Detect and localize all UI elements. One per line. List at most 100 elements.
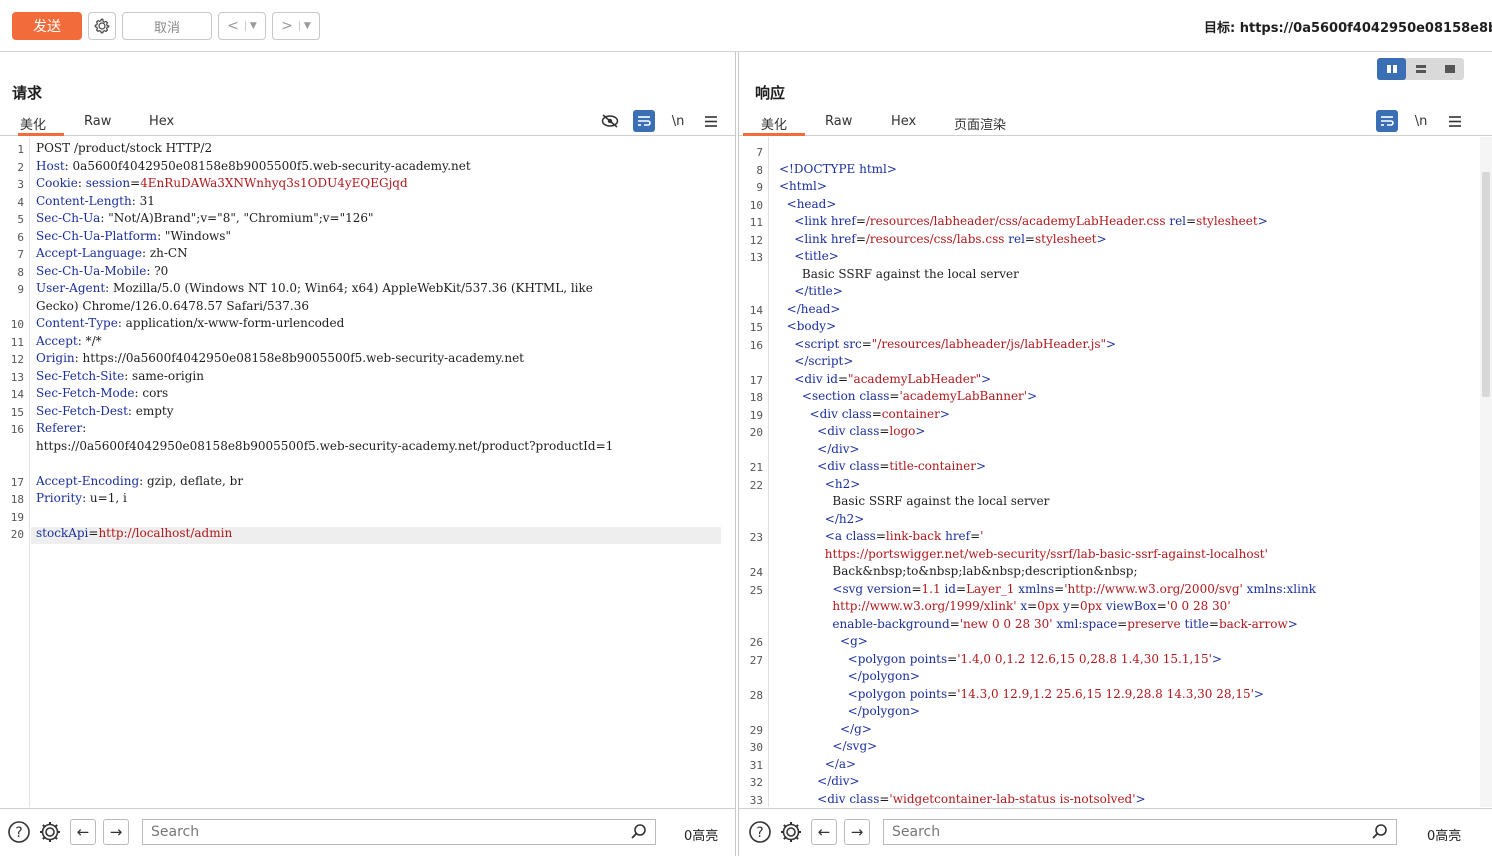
newline-toggle[interactable]: \n (667, 110, 689, 132)
menu-icon[interactable] (700, 110, 722, 132)
request-line[interactable]: Sec-Fetch-Dest: empty (36, 404, 174, 418)
response-line[interactable]: </svg> (779, 739, 877, 753)
tab-raw[interactable]: Raw (825, 114, 852, 136)
gear-icon[interactable] (37, 819, 63, 845)
tab-pretty[interactable]: 美化 (18, 114, 64, 136)
request-line[interactable]: Host: 0a5600f4042950e08158e8b9005500f5.w… (36, 159, 471, 173)
response-line[interactable]: </head> (779, 302, 841, 316)
request-line[interactable]: Sec-Fetch-Site: same-origin (36, 369, 204, 383)
response-line[interactable]: <html> (779, 179, 827, 193)
response-line[interactable]: http://www.w3.org/1999/xlink' x=0px y=0p… (779, 599, 1230, 613)
request-line[interactable]: Priority: u=1, i (36, 491, 127, 505)
response-line[interactable]: <link href=/resources/labheader/css/acad… (779, 214, 1268, 228)
tab-raw[interactable]: Raw (84, 114, 111, 136)
response-line[interactable]: <head> (779, 197, 837, 211)
cancel-button[interactable]: 取消 (122, 12, 212, 40)
request-line[interactable]: Referer: (36, 421, 86, 435)
chevron-down-icon[interactable]: ▼ (244, 21, 257, 31)
layout-tabs-icon[interactable] (1435, 58, 1464, 80)
response-line[interactable]: </polygon> (779, 669, 920, 683)
request-line[interactable]: https://0a5600f4042950e08158e8b9005500f5… (36, 439, 613, 453)
tab-render[interactable]: 页面渲染 (954, 114, 1006, 136)
response-line[interactable]: Basic SSRF against the local server (779, 267, 1019, 281)
help-icon[interactable]: ? (747, 819, 773, 845)
request-line[interactable]: Sec-Ch-Ua-Platform: "Windows" (36, 229, 231, 243)
request-line[interactable]: POST /product/stock HTTP/2 (36, 141, 212, 155)
response-line[interactable]: <polygon points='14.3,0 12.9,1.2 25.6,15… (779, 687, 1264, 701)
request-line[interactable]: Sec-Ch-Ua: "Not/A)Brand";v="8", "Chromiu… (36, 211, 374, 225)
request-line[interactable]: Cookie: session=4EnRuDAWa3XNWnhyq3s1ODU4… (36, 176, 408, 190)
tab-hex[interactable]: Hex (891, 114, 916, 136)
response-line[interactable]: </h2> (779, 512, 865, 526)
response-line[interactable]: <div class=logo> (779, 424, 925, 438)
response-line[interactable]: enable-background='new 0 0 28 30' xml:sp… (779, 617, 1297, 631)
request-line[interactable]: Origin: https://0a5600f4042950e08158e8b9… (36, 351, 524, 365)
chevron-down-icon[interactable]: ▼ (298, 21, 311, 31)
response-line[interactable]: <section class='academyLabBanner'> (779, 389, 1037, 403)
response-line[interactable]: <div class=container> (779, 407, 950, 421)
prev-match-button[interactable]: ← (811, 819, 837, 845)
wrap-lines-icon[interactable] (633, 110, 655, 132)
history-forward-button[interactable]: > ▼ (272, 12, 320, 40)
layout-stacked-icon[interactable] (1406, 58, 1435, 80)
response-line[interactable]: </script> (779, 354, 853, 368)
history-back-button[interactable]: < ▼ (218, 12, 266, 40)
search-icon[interactable] (630, 823, 648, 841)
response-line[interactable]: <svg version=1.1 id=Layer_1 xmlns='http:… (779, 582, 1316, 596)
request-line[interactable]: Sec-Fetch-Mode: cors (36, 386, 168, 400)
response-line[interactable]: </a> (779, 757, 856, 771)
request-line[interactable]: Accept: */* (36, 334, 102, 348)
response-scrollbar[interactable] (1480, 137, 1492, 807)
help-icon[interactable]: ? (6, 819, 32, 845)
request-line[interactable]: stockApi=http://localhost/admin (36, 526, 232, 540)
request-line[interactable]: User-Agent: Mozilla/5.0 (Windows NT 10.0… (36, 281, 593, 295)
target-url[interactable]: 目标: https://0a5600f4042950e08158e8b (1204, 17, 1492, 36)
response-line[interactable]: </polygon> (779, 704, 920, 718)
tab-hex[interactable]: Hex (149, 114, 174, 136)
request-line[interactable]: Content-Type: application/x-www-form-url… (36, 316, 344, 330)
request-editor[interactable]: 1 POST /product/stock HTTP/2 2 Host: 0a5600… (0, 137, 735, 807)
response-line[interactable]: <g> (779, 634, 868, 648)
response-line[interactable]: <polygon points='1.4,0 0,1.2 12.6,15 0,2… (779, 652, 1222, 666)
send-button[interactable]: 发送 (12, 12, 82, 40)
response-line[interactable]: https://portswigger.net/web-security/ssr… (779, 547, 1268, 561)
menu-icon[interactable] (1444, 110, 1466, 132)
response-line[interactable]: </g> (779, 722, 872, 736)
response-line[interactable]: <h2> (779, 477, 860, 491)
response-line[interactable]: <script src="/resources/labheader/js/lab… (779, 337, 1116, 351)
next-match-button[interactable]: → (103, 819, 129, 845)
response-line[interactable]: </div> (779, 774, 859, 788)
next-match-button[interactable]: → (844, 819, 870, 845)
request-line[interactable]: Accept-Encoding: gzip, deflate, br (36, 474, 243, 488)
response-line[interactable]: </div> (779, 442, 859, 456)
wrap-lines-icon[interactable] (1376, 110, 1398, 132)
response-line[interactable]: <body> (779, 319, 836, 333)
gear-icon[interactable] (778, 819, 804, 845)
search-input[interactable] (883, 819, 1397, 845)
response-editor[interactable]: 7 8 <!DOCTYPE html> 9 <html> 10 <head> 11 <lin… (739, 137, 1479, 807)
settings-button[interactable] (88, 12, 116, 40)
response-line[interactable]: <a class=link-back href=' (779, 529, 984, 543)
eye-off-icon[interactable] (599, 110, 621, 132)
response-line[interactable]: <!DOCTYPE html> (779, 162, 897, 176)
response-line[interactable]: </title> (779, 284, 843, 298)
request-line[interactable]: Sec-Ch-Ua-Mobile: ?0 (36, 264, 168, 278)
search-icon[interactable] (1371, 823, 1389, 841)
scrollbar-thumb[interactable] (1482, 172, 1490, 397)
response-line[interactable]: <div class=title-container> (779, 459, 986, 473)
tab-pretty[interactable]: 美化 (743, 114, 805, 136)
request-line[interactable]: Accept-Language: zh-CN (36, 246, 188, 260)
request-line[interactable]: Content-Length: 31 (36, 194, 155, 208)
search-input[interactable] (142, 819, 656, 845)
newline-toggle[interactable]: \n (1410, 110, 1432, 132)
response-line[interactable]: Basic SSRF against the local server (779, 494, 1049, 508)
request-line[interactable]: Gecko) Chrome/126.0.6478.57 Safari/537.3… (36, 299, 309, 313)
layout-toggle[interactable] (1377, 58, 1464, 80)
response-line[interactable]: <div class='widgetcontainer-lab-status i… (779, 792, 1145, 806)
response-line[interactable]: <div id="academyLabHeader"> (779, 372, 991, 386)
response-line[interactable]: <link href=/resources/css/labs.css rel=s… (779, 232, 1106, 246)
prev-match-button[interactable]: ← (70, 819, 96, 845)
response-line[interactable]: <title> (779, 249, 839, 263)
response-line[interactable]: Back&nbsp;to&nbsp;lab&nbsp;description&n… (779, 564, 1137, 578)
layout-split-icon[interactable] (1377, 58, 1406, 80)
